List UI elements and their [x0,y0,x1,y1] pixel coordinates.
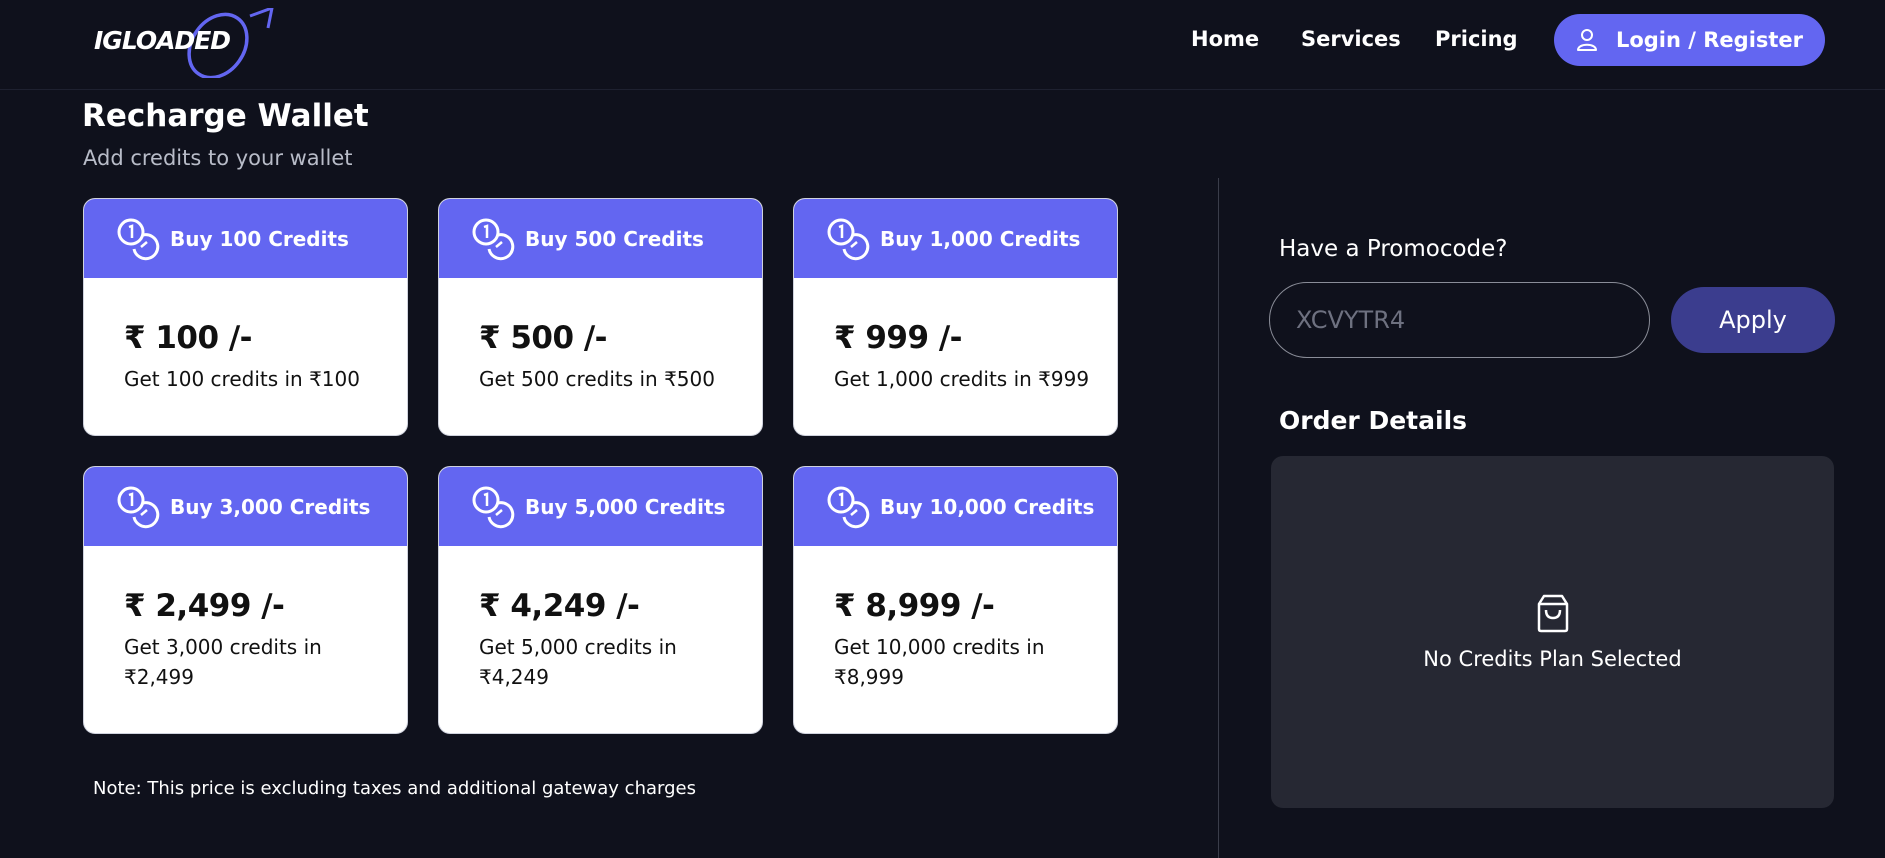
plan-card-500[interactable]: Buy 500 Credits ₹ 500 /- Get 500 credits… [438,198,763,436]
coins-icon [472,486,515,528]
apply-button[interactable]: Apply [1671,287,1835,353]
login-register-button[interactable]: Login / Register [1554,14,1825,66]
plan-card-label: Buy 1,000 Credits [880,226,1081,251]
coins-icon [827,218,870,260]
plan-card-header: Buy 5,000 Credits [439,467,762,546]
vertical-divider [1218,178,1219,858]
plan-card-label: Buy 10,000 Credits [880,494,1095,519]
plan-card-price: ₹ 500 /- [479,320,608,356]
plan-card-description: Get 5,000 credits in ₹4,249 [479,635,677,689]
plan-card-header: Buy 100 Credits [84,199,407,278]
plan-card-label: Buy 5,000 Credits [525,494,726,519]
plan-card-100[interactable]: Buy 100 Credits ₹ 100 /- Get 100 credits… [83,198,408,436]
plan-card-label: Buy 3,000 Credits [170,494,371,519]
promo-label: Have a Promocode? [1279,236,1508,262]
plan-card-10000[interactable]: Buy 10,000 Credits ₹ 8,999 /- Get 10,000… [793,466,1118,734]
login-register-label: Login / Register [1615,28,1804,52]
coins-icon [117,218,160,260]
plan-card-description: Get 10,000 credits in ₹8,999 [834,635,1045,689]
plan-card-price: ₹ 2,499 /- [124,588,285,624]
plan-card-price: ₹ 999 /- [834,320,963,356]
plan-card-price: ₹ 100 /- [124,320,253,356]
plan-card-label: Buy 100 Credits [170,226,349,251]
page-title: Recharge Wallet [82,98,369,134]
order-details-title: Order Details [1279,406,1468,435]
coins-icon [117,486,160,528]
plan-card-header: Buy 500 Credits [439,199,762,278]
plan-card-price: ₹ 4,249 /- [479,588,640,624]
nav-pricing[interactable]: Pricing [1435,27,1518,51]
logo[interactable]: IGLOADED [92,8,282,78]
plan-card-description: Get 3,000 credits in ₹2,499 [124,635,322,689]
plan-card-description: Get 1,000 credits in ₹999 [834,367,1090,391]
logo-text: IGLOADED [94,26,231,55]
plan-card-header: Buy 3,000 Credits [84,467,407,546]
plan-card-label: Buy 500 Credits [525,226,704,251]
shopping-bag-icon [1537,594,1568,633]
plan-card-price: ₹ 8,999 /- [834,588,995,624]
navbar: IGLOADED Home Services Pricing Login / R… [0,0,1885,90]
plan-card-5000[interactable]: Buy 5,000 Credits ₹ 4,249 /- Get 5,000 c… [438,466,763,734]
plan-card-1000[interactable]: Buy 1,000 Credits ₹ 999 /- Get 1,000 cre… [793,198,1118,436]
order-empty-text: No Credits Plan Selected [1423,647,1682,671]
plan-card-header: Buy 1,000 Credits [794,199,1117,278]
order-details-box: No Credits Plan Selected [1271,456,1834,808]
plan-card-description: Get 100 credits in ₹100 [124,367,360,391]
plan-card-3000[interactable]: Buy 3,000 Credits ₹ 2,499 /- Get 3,000 c… [83,466,408,734]
plan-card-description: Get 500 credits in ₹500 [479,367,715,391]
plan-card-header: Buy 10,000 Credits [794,467,1117,546]
promo-code-input[interactable] [1269,282,1650,358]
user-icon [1576,29,1597,51]
nav-home[interactable]: Home [1191,27,1259,51]
page-subtitle: Add credits to your wallet [83,146,353,170]
coins-icon [827,486,870,528]
nav-services[interactable]: Services [1301,27,1401,51]
pricing-note: Note: This price is excluding taxes and … [93,778,696,799]
coins-icon [472,218,515,260]
